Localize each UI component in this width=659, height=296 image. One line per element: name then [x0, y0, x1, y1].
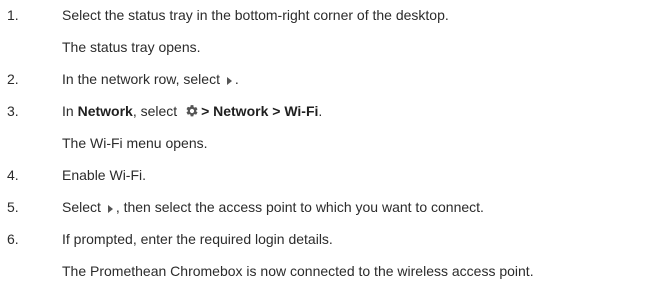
step-number: 1.: [7, 7, 19, 23]
step-text: Enable Wi-Fi.: [62, 167, 147, 183]
step-text-pre: In: [62, 103, 78, 119]
step-result: The Wi-Fi menu opens.: [62, 135, 208, 151]
step-text-pre: In the network row, select: [62, 71, 224, 87]
step-text-mid: , select: [132, 103, 182, 119]
step-text-pre: Select: [62, 199, 105, 215]
expand-arrow-icon: [226, 77, 232, 85]
step-text: Select the status tray in the bottom-rig…: [62, 7, 449, 23]
step-number: 5.: [7, 199, 19, 215]
step-text-post: .: [318, 103, 323, 119]
settings-path: > Network > Wi-Fi: [201, 103, 319, 119]
expand-arrow-icon: [107, 205, 113, 213]
network-label: Network: [77, 103, 133, 119]
step-number: 2.: [7, 71, 19, 87]
step-text: In the network row, select .: [62, 69, 239, 89]
step-text: If prompted, enter the required login de…: [62, 231, 333, 247]
step-number: 4.: [7, 167, 19, 183]
step-text-post: .: [234, 71, 239, 87]
gear-icon: [186, 105, 198, 117]
step-text: Select , then select the access point to…: [62, 197, 484, 217]
step-result: The status tray opens.: [62, 39, 201, 55]
instruction-list: 1. Select the status tray in the bottom-…: [0, 0, 659, 296]
step-result: The Promethean Chromebox is now connecte…: [62, 263, 534, 279]
step-text-post: , then select the access point to which …: [115, 199, 484, 215]
step-number: 6.: [7, 231, 19, 247]
step-text: In Network, select > Network > Wi-Fi.: [62, 101, 322, 121]
step-number: 3.: [7, 103, 19, 119]
